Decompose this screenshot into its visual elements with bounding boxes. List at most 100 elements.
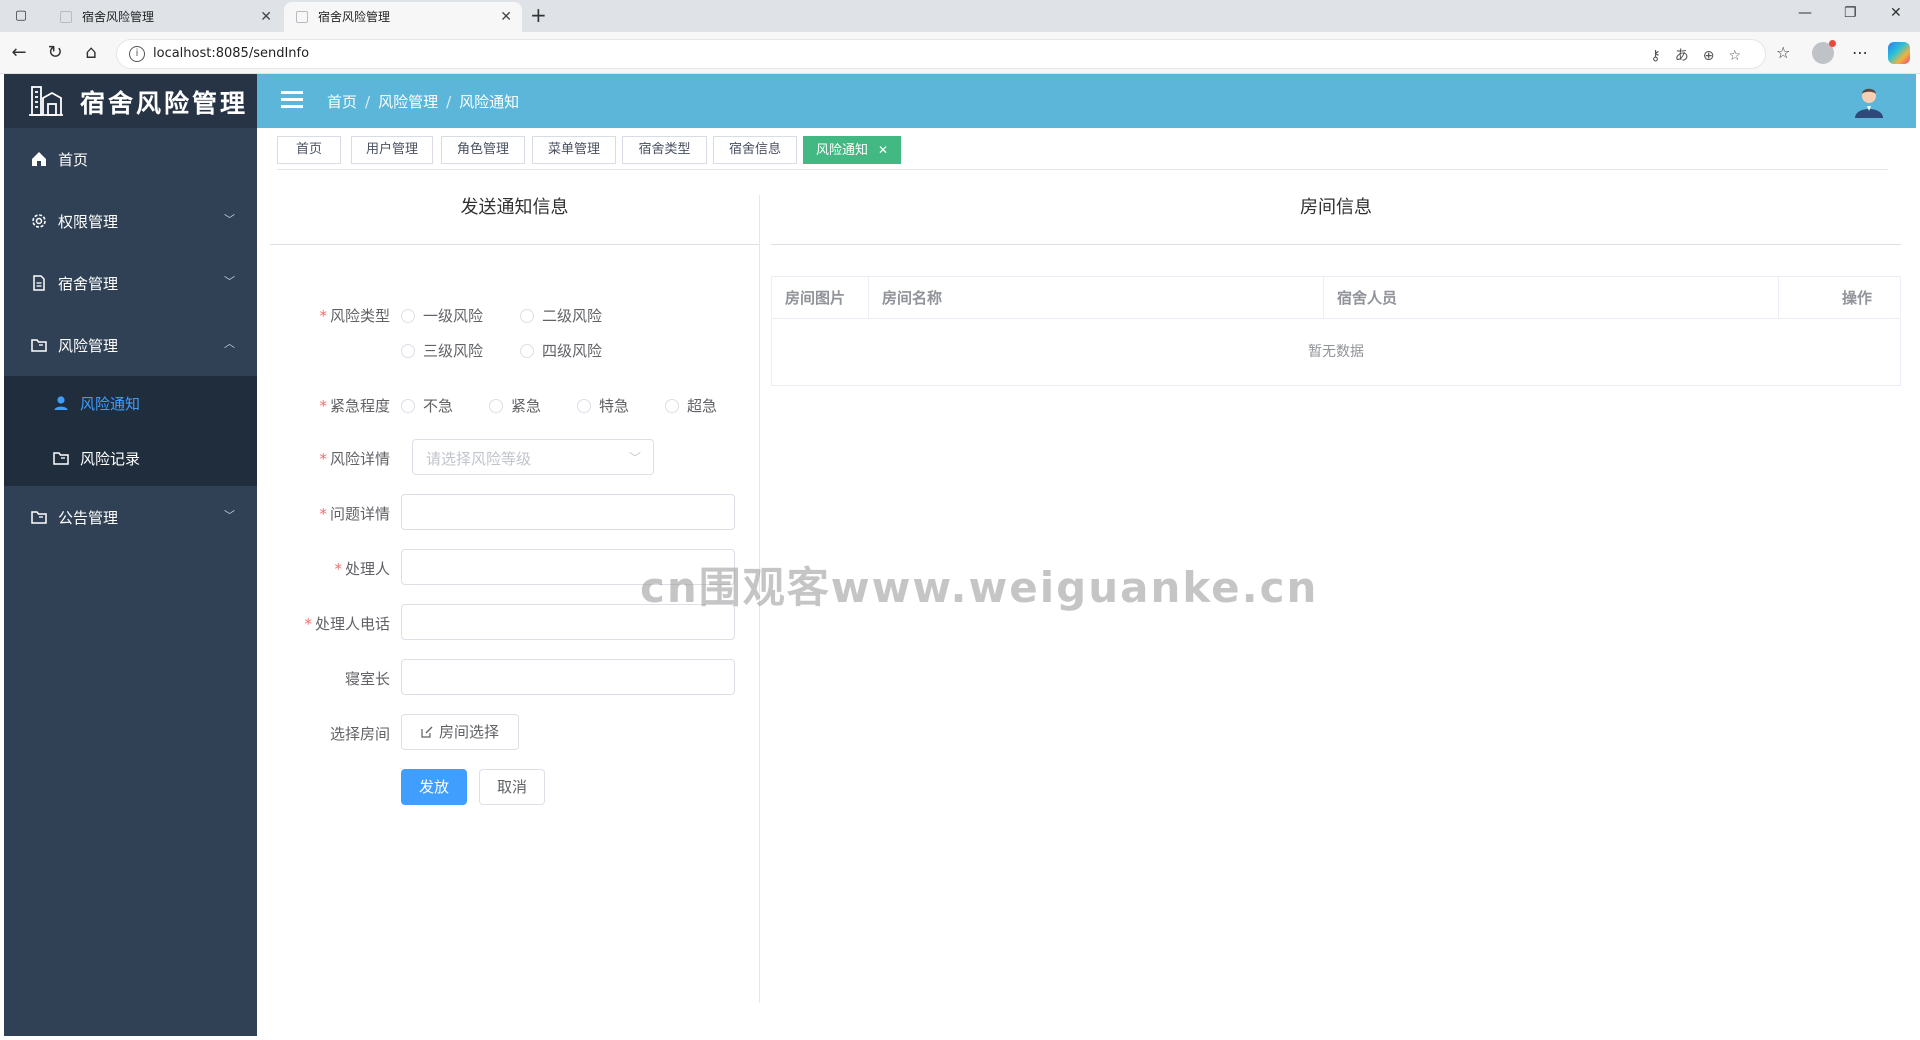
breadcrumb-current: 风险通知 — [459, 93, 520, 111]
zoom-icon[interactable]: ⊕ — [1703, 48, 1729, 64]
room-select-button-label: 房间选择 — [438, 723, 499, 741]
tag-dorm-types[interactable]: 宿舍类型 — [622, 136, 707, 164]
omnibox-actions: ⚷あ⊕☆ — [1650, 45, 1755, 65]
sidebar: 宿舍风险管理 首页 权限管理 ﹀ 宿舍管理 ﹀ 风险管理 ︿ 风险通知 风险记录… — [4, 74, 257, 1036]
tag-dorm-info[interactable]: 宿舍信息 — [713, 136, 797, 164]
risk-detail-label: * 风险详情 — [319, 450, 390, 468]
profile-avatar-icon[interactable] — [1812, 40, 1836, 64]
risk-type-row: * 风险类型 一级风险 二级风险 三级风险 四级风险 — [270, 299, 760, 369]
cancel-button[interactable]: 取消 — [479, 769, 545, 805]
chevron-up-icon: ︿ — [224, 337, 235, 350]
sidebar-item-home[interactable]: 首页 — [4, 128, 257, 190]
tag-menus[interactable]: 菜单管理 — [532, 136, 616, 164]
folder-icon — [31, 339, 47, 352]
address-bar: ← ↻ ⌂ i localhost:8085/sendInfo ⚷あ⊕☆ ☆ ⋯ — [0, 32, 1920, 74]
room-leader-label: 寝室长 — [344, 670, 390, 688]
favorites-icon[interactable]: ☆ — [1776, 43, 1790, 62]
panel-title: 发送通知信息 — [460, 197, 569, 218]
radio-urgency-2[interactable]: 紧急 — [489, 395, 541, 416]
panel-title: 房间信息 — [1300, 197, 1372, 218]
app-root: 宿舍风险管理 首页 权限管理 ﹀ 宿舍管理 ﹀ 风险管理 ︿ 风险通知 风险记录… — [4, 74, 1916, 1036]
divider — [771, 244, 1901, 245]
submit-button[interactable]: 发放 — [401, 769, 467, 805]
more-options-icon[interactable]: ⋯ — [1852, 43, 1868, 62]
sidebar-item-dorm[interactable]: 宿舍管理 ﹀ — [4, 252, 257, 314]
radio-urgency-1[interactable]: 不急 — [401, 395, 453, 416]
tags-view: 首页 用户管理 角色管理 菜单管理 宿舍类型 宿舍信息 风险通知 ✕ — [277, 128, 1888, 170]
room-table: 房间图片 房间名称 宿舍人员 操作 暂无数据 — [771, 276, 1901, 386]
sidebar-item-label: 权限管理 — [58, 213, 119, 231]
browser-tab-active[interactable]: 宿舍风险管理 ✕ — [284, 2, 522, 32]
sidebar-item-risk-notice[interactable]: 风险通知 — [4, 376, 257, 431]
copilot-icon[interactable] — [1888, 42, 1910, 64]
room-select-row: 选择房间 房间选择 — [270, 714, 760, 750]
sidebar-item-label: 公告管理 — [58, 509, 119, 527]
browser-tab-title: 宿舍风险管理 — [318, 10, 391, 24]
handler-label: * 处理人 — [334, 560, 390, 578]
radio-risk-1[interactable]: 一级风险 — [401, 305, 483, 326]
urgency-label: * 紧急程度 — [319, 397, 390, 415]
tag-users[interactable]: 用户管理 — [351, 136, 433, 164]
close-tab-icon[interactable]: ✕ — [500, 2, 512, 32]
new-tab-icon[interactable]: + — [530, 3, 547, 27]
user-avatar-icon[interactable] — [1852, 84, 1886, 118]
tag-roles[interactable]: 角色管理 — [441, 136, 525, 164]
folder-icon — [31, 511, 47, 524]
problem-row: * 问题详情 — [270, 494, 760, 530]
document-icon — [33, 275, 45, 291]
problem-input[interactable] — [401, 494, 735, 530]
minimize-icon[interactable]: — — [1798, 5, 1812, 21]
browser-tab[interactable]: 宿舍风险管理 ✕ — [48, 2, 282, 32]
column-header-members: 宿舍人员 — [1324, 277, 1779, 319]
top-navbar: 首页 / 风险管理 / 风险通知 — [257, 74, 1916, 128]
column-header-name: 房间名称 — [869, 277, 1324, 319]
close-tag-icon[interactable]: ✕ — [878, 143, 888, 157]
sidebar-item-label: 风险通知 — [80, 395, 141, 413]
radio-risk-2[interactable]: 二级风险 — [520, 305, 602, 326]
user-icon — [54, 396, 68, 410]
favorite-star-icon[interactable]: ☆ — [1728, 48, 1755, 64]
key-icon[interactable]: ⚷ — [1650, 48, 1674, 64]
home-browser-icon[interactable]: ⌂ — [80, 42, 102, 64]
column-header-actions: 操作 — [1841, 289, 1872, 307]
risk-level-select[interactable]: 请选择风险等级 ﹀ — [412, 439, 654, 475]
room-leader-row: 寝室长 — [270, 659, 760, 695]
close-tab-icon[interactable]: ✕ — [260, 2, 272, 32]
watermark: cn围观客www.weiguanke.cn — [640, 563, 1319, 612]
tag-label: 风险通知 — [815, 143, 868, 158]
room-select-button[interactable]: 房间选择 — [401, 714, 519, 750]
url-field[interactable]: i localhost:8085/sendInfo ⚷あ⊕☆ — [116, 39, 1766, 69]
breadcrumb-home[interactable]: 首页 — [327, 93, 357, 111]
tag-home[interactable]: 首页 — [277, 136, 341, 164]
back-icon[interactable]: ← — [8, 42, 30, 64]
sidebar-item-label: 宿舍管理 — [58, 275, 119, 293]
tag-risk-notice[interactable]: 风险通知 ✕ — [803, 136, 901, 164]
radio-risk-4[interactable]: 四级风险 — [520, 340, 602, 361]
close-window-icon[interactable]: ✕ — [1890, 5, 1902, 21]
radio-urgency-3[interactable]: 特急 — [577, 395, 629, 416]
sidebar-item-risk[interactable]: 风险管理 ︿ — [4, 314, 257, 376]
read-aloud-icon[interactable]: あ — [1675, 48, 1703, 64]
chevron-down-icon: ﹀ — [224, 509, 235, 522]
tab-actions-icon[interactable]: ▢ — [10, 6, 32, 26]
menu-toggle-icon[interactable] — [281, 91, 303, 109]
sidebar-item-announcements[interactable]: 公告管理 ﹀ — [4, 486, 257, 548]
problem-label: * 问题详情 — [319, 505, 390, 523]
breadcrumb: 首页 / 风险管理 / 风险通知 — [327, 93, 520, 111]
chevron-down-icon: ﹀ — [628, 451, 641, 465]
divider — [270, 244, 759, 245]
room-leader-input[interactable] — [401, 659, 735, 695]
sidebar-item-permissions[interactable]: 权限管理 ﹀ — [4, 190, 257, 252]
restore-icon[interactable]: ❐ — [1844, 5, 1857, 21]
refresh-icon[interactable]: ↻ — [44, 42, 66, 64]
radio-urgency-4[interactable]: 超急 — [665, 395, 717, 416]
sidebar-item-label: 风险记录 — [80, 450, 141, 468]
page-favicon-icon — [60, 11, 72, 23]
sidebar-item-label: 首页 — [58, 151, 89, 169]
browser-tab-bar: ▢ 宿舍风险管理 ✕ 宿舍风险管理 ✕ + — ❐ ✕ — [0, 0, 1920, 32]
radio-risk-3[interactable]: 三级风险 — [401, 340, 483, 361]
site-info-icon[interactable]: i — [129, 46, 145, 62]
breadcrumb-risk[interactable]: 风险管理 — [378, 93, 438, 111]
gear-icon — [32, 214, 46, 228]
sidebar-item-risk-records[interactable]: 风险记录 — [4, 431, 257, 486]
